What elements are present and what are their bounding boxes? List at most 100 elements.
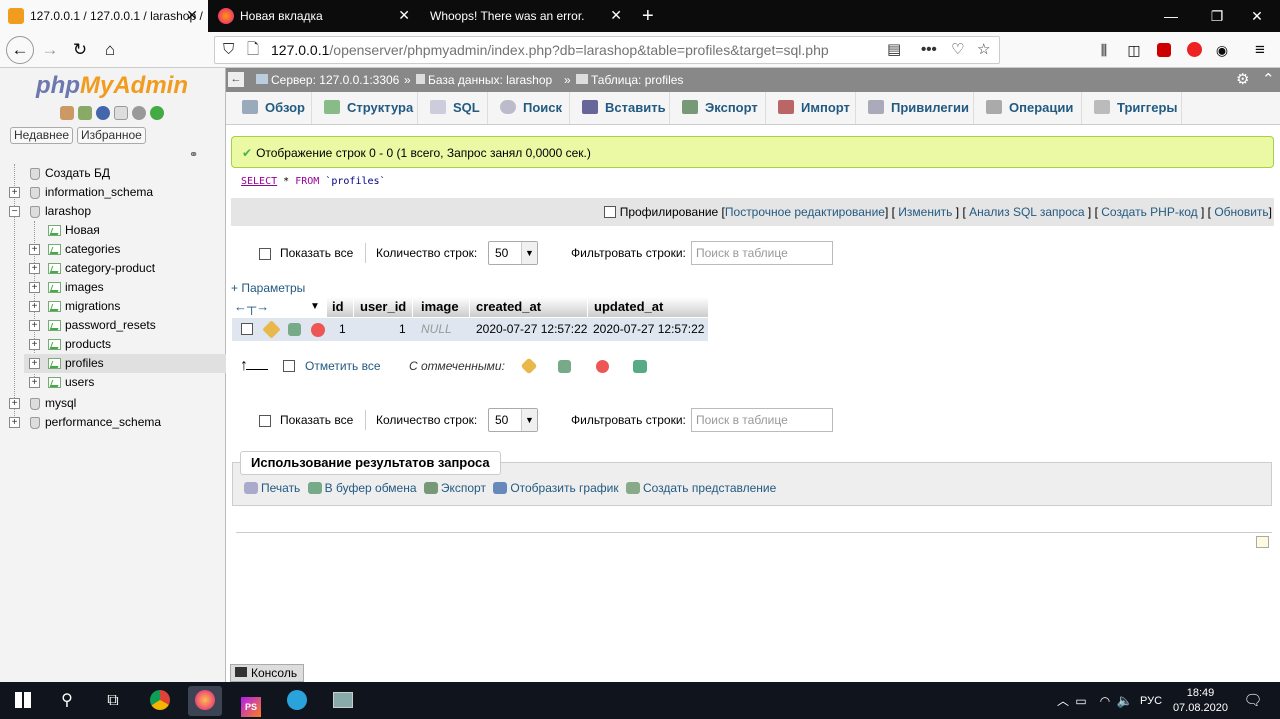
column-header-image[interactable]: image: [413, 297, 469, 317]
edit-pencil-icon[interactable]: [520, 357, 538, 375]
logout-icon[interactable]: [78, 106, 92, 120]
inline-edit-link[interactable]: Построчное редактирование: [725, 205, 885, 219]
cell-created-at[interactable]: 2020-07-27 12:57:22: [476, 318, 587, 341]
copy-row-icon[interactable]: [288, 323, 301, 336]
tab-new-tab[interactable]: Новая вкладка ✕: [210, 0, 420, 32]
windows-start-icon[interactable]: [6, 686, 40, 716]
profiling-checkbox[interactable]: [604, 206, 617, 218]
minimize-icon[interactable]: —: [1148, 0, 1194, 32]
tab-operations[interactable]: Операции: [976, 92, 1082, 124]
pocket-icon[interactable]: ♡: [951, 37, 964, 63]
rows-count-select[interactable]: 50 ▼: [488, 408, 538, 432]
column-header-user-id[interactable]: user_id: [354, 297, 412, 317]
tab-phpmyadmin[interactable]: 127.0.0.1 / 127.0.0.1 / larashop / ✕: [0, 0, 208, 32]
expand-icon[interactable]: +: [29, 263, 40, 274]
home-icon[interactable]: ⌂: [96, 36, 124, 64]
help-icon[interactable]: [96, 106, 110, 120]
expand-icon[interactable]: +: [9, 417, 20, 428]
create-php-code-link[interactable]: Создать PHP-код: [1101, 205, 1197, 219]
tree-db-mysql[interactable]: + mysql: [0, 394, 226, 413]
gear-icon[interactable]: ⚙: [1236, 68, 1249, 92]
table-icon[interactable]: [48, 244, 61, 255]
expand-icon[interactable]: +: [29, 244, 40, 255]
rows-count-select[interactable]: 50 ▼: [488, 241, 538, 265]
check-all-checkbox[interactable]: [283, 360, 295, 372]
refresh-link[interactable]: Обновить: [1214, 205, 1268, 219]
back-icon[interactable]: ←: [6, 36, 34, 64]
task-view-icon[interactable]: ⧉: [96, 686, 130, 716]
notifications-icon[interactable]: 🗨: [1236, 686, 1270, 716]
phpstorm-icon[interactable]: PS: [234, 686, 268, 717]
tree-db-performance-schema[interactable]: + performance_schema: [0, 413, 226, 432]
bookmark-star-icon[interactable]: ☆: [977, 37, 990, 63]
chrome-icon[interactable]: [143, 686, 177, 716]
reload-icon[interactable]: ↻: [66, 36, 94, 64]
close-tab-icon[interactable]: ✕: [610, 7, 622, 24]
docs-icon[interactable]: [114, 106, 128, 120]
tab-search[interactable]: Поиск: [490, 92, 570, 124]
page-settings-icon[interactable]: [1256, 536, 1269, 548]
link-with-main-icon[interactable]: ⚭: [189, 148, 198, 161]
options-link[interactable]: + Параметры: [231, 281, 305, 295]
table-icon[interactable]: [48, 377, 61, 388]
expand-icon[interactable]: +: [29, 358, 40, 369]
expand-icon[interactable]: +: [9, 187, 20, 198]
firefox-icon[interactable]: [188, 686, 222, 716]
collapse-top-icon[interactable]: ⌃: [1262, 68, 1275, 92]
collapse-icon[interactable]: −: [9, 206, 20, 217]
display-chart-link[interactable]: Отобразить график: [493, 481, 619, 495]
expand-icon[interactable]: +: [29, 320, 40, 331]
tree-table-images[interactable]: + images: [0, 278, 226, 297]
page-info-icon[interactable]: 🗋: [247, 37, 259, 63]
reload-nav-icon[interactable]: [150, 106, 164, 120]
export-link[interactable]: Экспорт: [423, 481, 486, 495]
clock[interactable]: 18:49 07.08.2020: [1173, 686, 1228, 716]
sort-dropdown-icon[interactable]: ▼: [310, 297, 320, 317]
ublock-icon[interactable]: [1157, 43, 1171, 57]
collapse-nav-icon[interactable]: ←: [228, 72, 244, 87]
cell-user-id[interactable]: 1: [399, 318, 406, 341]
url-bar[interactable]: ⛉ 🗋 127.0.0.1/openserver/phpmyadmin/inde…: [214, 36, 1000, 64]
column-header-created-at[interactable]: created_at: [470, 297, 587, 317]
new-tab-button[interactable]: +: [634, 0, 664, 32]
breadcrumb-server[interactable]: Сервер: 127.0.0.1:3306: [256, 68, 399, 92]
create-view-link[interactable]: Создать представление: [625, 481, 776, 495]
tab-triggers[interactable]: Триггеры: [1084, 92, 1182, 124]
print-link[interactable]: Печать: [244, 481, 300, 495]
expand-icon[interactable]: +: [9, 398, 20, 409]
show-all-checkbox[interactable]: [259, 248, 271, 260]
account-icon[interactable]: ◉: [1208, 36, 1236, 64]
tree-create-db[interactable]: Создать БД: [0, 164, 226, 183]
sql-query-display[interactable]: SELECT * FROM `profiles`: [231, 168, 1274, 198]
breadcrumb-database[interactable]: База данных: larashop: [416, 68, 552, 92]
reader-view-icon[interactable]: ▤: [887, 37, 901, 63]
tab-export[interactable]: Экспорт: [672, 92, 766, 124]
tree-table-categories[interactable]: + categories: [0, 240, 226, 259]
home-icon[interactable]: [60, 106, 74, 120]
tree-table-migrations[interactable]: + migrations: [0, 297, 226, 316]
phpmyadmin-logo[interactable]: phpMyAdmin: [36, 72, 188, 100]
close-tab-icon[interactable]: ✕: [398, 7, 410, 24]
edit-pencil-icon[interactable]: [262, 320, 281, 339]
close-window-icon[interactable]: ✕: [1234, 0, 1280, 32]
console-toggle[interactable]: Консоль: [230, 664, 305, 682]
edit-query-link[interactable]: Изменить: [898, 205, 952, 219]
tree-table-users[interactable]: + users: [0, 373, 226, 392]
library-icon[interactable]: ⫼: [1090, 36, 1118, 64]
copy-to-clipboard-link[interactable]: В буфер обмена: [307, 481, 417, 495]
sidebar-icon[interactable]: ◫: [1120, 36, 1148, 64]
breadcrumb-table[interactable]: Таблица: profiles: [576, 68, 683, 92]
table-icon[interactable]: [48, 282, 61, 293]
filter-rows-input[interactable]: Поиск в таблице: [691, 241, 833, 265]
tab-sql[interactable]: SQL: [420, 92, 488, 124]
cell-id[interactable]: 1: [339, 318, 346, 341]
expand-icon[interactable]: +: [29, 377, 40, 388]
tree-new-table[interactable]: Новая: [0, 221, 226, 240]
tree-table-category-product[interactable]: + category-product: [0, 259, 226, 278]
favorites-button[interactable]: Избранное: [77, 127, 146, 144]
menu-icon[interactable]: ≡: [1246, 36, 1274, 64]
cell-image[interactable]: NULL: [421, 318, 452, 341]
forward-icon[interactable]: →: [36, 36, 64, 64]
page-actions-icon[interactable]: •••: [921, 37, 937, 63]
openserver-icon[interactable]: [326, 686, 360, 716]
